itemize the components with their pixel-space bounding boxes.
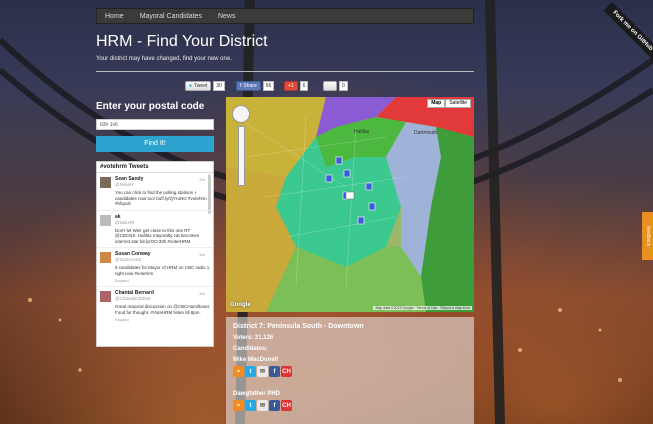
- polling-marker[interactable]: [335, 156, 343, 165]
- district-polygons[interactable]: Dartmouth Halifax: [226, 97, 474, 312]
- candidate-name: Mike MacDonell: [233, 357, 279, 363]
- tweet-handle: @SuSocArt2: [115, 257, 142, 262]
- tweet-body: 6 candidates for Mayor of HRM on CBC rad…: [115, 265, 210, 276]
- map-label-halifax: Halifax: [354, 129, 370, 135]
- tweet-body: Don't let Weir get close to this one RT …: [115, 227, 200, 244]
- website-icon[interactable]: CH: [281, 400, 292, 411]
- tweet-item[interactable]: Susan Conway @SuSocArt2 6m 6 candidates …: [97, 248, 213, 287]
- tweet-expand-link[interactable]: Expand: [115, 317, 210, 322]
- avatar: [100, 291, 111, 302]
- tweets-header: #votehrm Tweets: [97, 162, 213, 173]
- avatar: [100, 252, 111, 263]
- twitter-icon[interactable]: t: [245, 400, 256, 411]
- tweet-time: 6m: [199, 291, 205, 296]
- tweet-body: You can click to find the polling statio…: [115, 190, 207, 206]
- facebook-icon[interactable]: f: [269, 400, 280, 411]
- twitter-widget: #votehrm Tweets Sean Sandy @SeanH 5m You…: [96, 161, 214, 347]
- map-attribution: Map data ©2013 Google · Terms of Use · R…: [373, 306, 472, 310]
- polling-marker[interactable]: [368, 202, 376, 211]
- email-icon[interactable]: ✉: [257, 366, 268, 377]
- github-ribbon-label: Fork me on GitHub: [611, 9, 653, 53]
- tweet-button[interactable]: ● Tweet: [185, 81, 212, 91]
- selected-location-marker[interactable]: [345, 191, 355, 200]
- district-name: District 7: Peninsula South - Downtown: [233, 323, 364, 330]
- fb-count: 56: [262, 81, 275, 91]
- nav-news[interactable]: News: [210, 9, 244, 23]
- gplus-share[interactable]: +1 6: [284, 81, 309, 91]
- polling-marker[interactable]: [343, 169, 351, 178]
- tweet-handle: @SeanH: [115, 182, 134, 187]
- voter-count: Voters: 21,126: [233, 335, 274, 341]
- tweet-item[interactable]: Chantal Bernard @ChantalCBSNS 6m Great m…: [97, 287, 213, 325]
- tweet-label: Tweet: [194, 83, 208, 89]
- district-info-panel: District 7: Peninsula South - Downtown V…: [226, 317, 474, 424]
- polling-marker[interactable]: [365, 182, 373, 191]
- postal-code-value: b3h 1x6: [100, 122, 118, 128]
- facebook-icon[interactable]: f: [269, 366, 280, 377]
- map-type-map[interactable]: Map: [427, 99, 446, 108]
- page-title: HRM - Find Your District: [96, 33, 268, 50]
- postal-heading: Enter your postal code: [96, 101, 205, 112]
- tweet-handle: @kaikHR: [115, 219, 135, 225]
- gplus-count: 6: [299, 81, 309, 91]
- other-share[interactable]: 0: [323, 81, 348, 91]
- gplus-button[interactable]: +1: [284, 81, 298, 91]
- tweet-time: 6m: [199, 252, 205, 257]
- district-map[interactable]: Dartmouth Halifax Map Satellite Google M…: [226, 97, 474, 312]
- pan-control[interactable]: [232, 105, 250, 123]
- tweet-body: Great mayoral discussion on @CBCHamilton…: [115, 304, 209, 315]
- avatar: [100, 177, 111, 188]
- other-count: 0: [339, 81, 348, 91]
- feedback-tab[interactable]: feedback: [642, 212, 653, 260]
- tweet-expand-link[interactable]: Expand: [115, 278, 210, 283]
- facebook-share-button[interactable]: f Share: [236, 81, 261, 91]
- map-type-satellite[interactable]: Satellite: [445, 99, 471, 108]
- postal-code-input[interactable]: b3h 1x6: [96, 119, 214, 130]
- page-subtitle: Your district may have changed, find you…: [96, 56, 232, 62]
- polling-marker[interactable]: [357, 216, 365, 225]
- github-ribbon[interactable]: Fork me on GitHub: [603, 2, 653, 60]
- nav-home[interactable]: Home: [97, 9, 132, 23]
- rss-icon[interactable]: ≈: [233, 400, 244, 411]
- email-icon[interactable]: ✉: [257, 400, 268, 411]
- candidates-label: Candidates:: [233, 346, 268, 352]
- candidate-links: ≈ t ✉ f CH: [233, 366, 467, 377]
- avatar: [100, 214, 111, 226]
- nav-mayoral-candidates[interactable]: Mayoral Candidates: [132, 9, 210, 23]
- map-label-dartmouth: Dartmouth: [414, 130, 438, 136]
- polling-marker[interactable]: [325, 174, 333, 183]
- facebook-share[interactable]: f Share 56: [236, 81, 275, 91]
- website-icon[interactable]: CH: [281, 366, 292, 377]
- top-navbar: Home Mayoral Candidates News: [96, 8, 474, 24]
- facebook-icon: f: [240, 83, 242, 89]
- tweet-share[interactable]: ● Tweet 30: [185, 81, 225, 91]
- tweet-item[interactable]: ak @kaikHR Don't let Weir get close to t…: [97, 211, 213, 248]
- gplus-label: +1: [288, 83, 294, 89]
- divider: [96, 71, 474, 72]
- candidate-links: ≈ t ✉ f CH: [233, 400, 467, 411]
- find-it-button[interactable]: Find It!: [96, 136, 214, 152]
- google-logo: Google: [230, 302, 251, 308]
- other-share-button[interactable]: [323, 81, 337, 91]
- rss-icon[interactable]: ≈: [233, 366, 244, 377]
- tweet-count: 30: [213, 81, 225, 91]
- tweet-handle: @ChantalCBSNS: [115, 296, 151, 301]
- twitter-icon[interactable]: t: [245, 366, 256, 377]
- tweet-item[interactable]: Sean Sandy @SeanH 5m You can click to fi…: [97, 173, 213, 211]
- tweet-time: 5m: [199, 177, 205, 182]
- zoom-slider[interactable]: [238, 126, 245, 186]
- twitter-icon: ●: [189, 83, 193, 89]
- fb-label: Share: [243, 83, 257, 89]
- candidate-name: Dawgfather PHD: [233, 391, 281, 397]
- map-type-control: Map Satellite: [427, 99, 471, 108]
